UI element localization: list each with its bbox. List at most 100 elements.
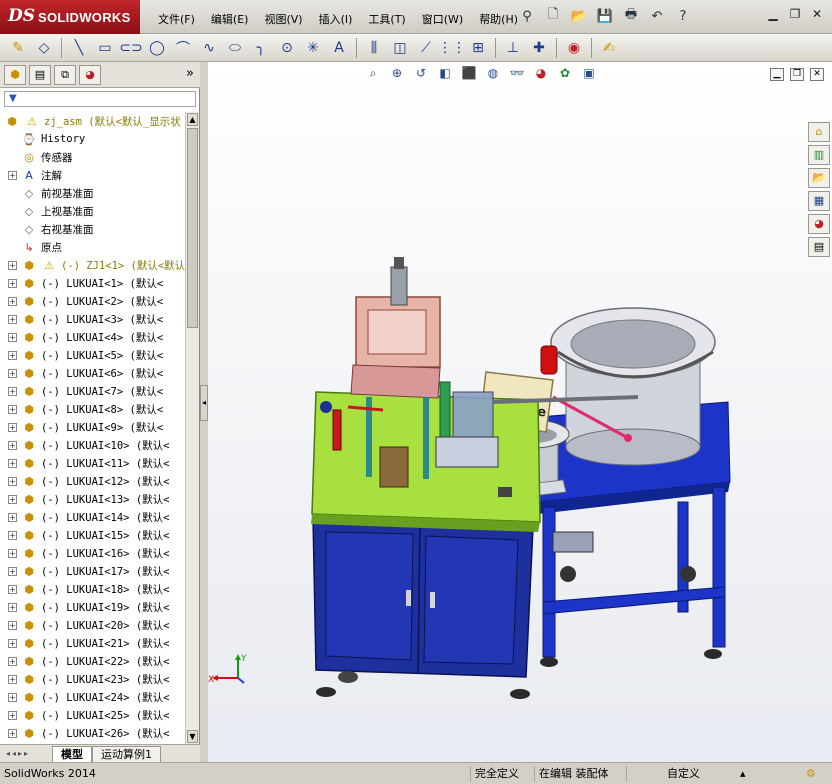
solidworks-logo[interactable]: DS SOLIDWORKS — [0, 0, 140, 34]
tree-item[interactable]: ⌚ History — [8, 130, 85, 148]
tree-item[interactable]: + ⬢ (-) LUKUAI<10> (默认< — [8, 436, 169, 454]
tree-item[interactable]: + ⬢ (-) LUKUAI<19> (默认< — [8, 598, 169, 616]
mirror-icon[interactable]: ⫼ — [362, 37, 386, 59]
tree-item[interactable]: + ⬢ (-) LUKUAI<1> (默认< — [8, 274, 163, 292]
new-document-icon[interactable]: 🗋 — [542, 5, 564, 27]
tree-filter[interactable]: ▼ — [4, 91, 196, 107]
tree-item[interactable]: + ⬢ (-) LUKUAI<22> (默认< — [8, 652, 169, 670]
machine-model[interactable]: proface — [208, 62, 832, 762]
expand-icon[interactable]: + — [8, 440, 17, 450]
centerline-icon[interactable]: ✳ — [301, 37, 325, 59]
menu-file[interactable]: 文件(F) — [150, 9, 203, 29]
ellipse-icon[interactable]: ⬭ — [223, 37, 247, 59]
relations-icon[interactable]: ⊥ — [501, 37, 525, 59]
fillet-icon[interactable]: ╮ — [249, 37, 273, 59]
feature-manager-icon[interactable]: ⬢ — [4, 64, 26, 85]
expand-icon[interactable]: + — [8, 512, 17, 522]
expand-icon[interactable]: + — [8, 422, 17, 432]
panel-more-icon[interactable]: » — [186, 66, 194, 81]
tree-item[interactable]: + ⬢ (-) LUKUAI<18> (默认< — [8, 580, 169, 598]
tab-model[interactable]: 模型 — [52, 745, 92, 762]
menu-view[interactable]: 视图(V) — [256, 9, 310, 29]
tree-item[interactable]: ◇ 右视基准面 — [8, 220, 94, 238]
tree-item[interactable]: + ⬢ (-) LUKUAI<21> (默认< — [8, 634, 169, 652]
expand-icon[interactable]: + — [8, 332, 17, 342]
tree-item[interactable]: + ⬢ (-) LUKUAI<12> (默认< — [8, 472, 169, 490]
expand-icon[interactable]: + — [8, 386, 17, 396]
undo-icon[interactable]: ↶ — [646, 5, 668, 27]
tree-item[interactable]: + A 注解 — [8, 166, 62, 184]
display-manager-icon[interactable]: ◕ — [79, 64, 101, 85]
tree-root[interactable]: ⬢ ⚠ zj_asm (默认<默认_显示状 — [4, 112, 181, 130]
expand-icon[interactable]: + — [8, 710, 17, 720]
menu-tools[interactable]: 工具(T) — [360, 9, 413, 29]
tree-item[interactable]: ↳ 原点 — [8, 238, 62, 256]
tree-item[interactable]: + ⬢ (-) LUKUAI<13> (默认< — [8, 490, 169, 508]
graphics-viewport[interactable]: ⌕ ⊕ ↺ ◧ ⬛ ◍ 👓 ◕ ✿ ▣ ▁ ❐ ✕ ⌂ ▥ 📂 ▦ ◕ ▤ X … — [208, 62, 832, 762]
tree-item[interactable]: + ⬢ (-) LUKUAI<4> (默认< — [8, 328, 163, 346]
tree-item[interactable]: + ⬢ (-) LUKUAI<9> (默认< — [8, 418, 163, 436]
expand-icon[interactable]: + — [8, 476, 17, 486]
move-icon[interactable]: ⊞ — [466, 37, 490, 59]
expand-icon[interactable]: + — [8, 494, 17, 504]
minimize-icon[interactable]: ▁ — [764, 7, 782, 23]
help-icon[interactable]: ? — [672, 5, 694, 27]
expand-icon[interactable]: + — [8, 404, 17, 414]
tree-item[interactable]: ◇ 前视基准面 — [8, 184, 94, 202]
tree-item[interactable]: ◎ 传感器 — [8, 148, 72, 166]
rectangle-icon[interactable]: ▭ — [93, 37, 117, 59]
expand-icon[interactable]: + — [8, 278, 17, 288]
expand-icon[interactable]: + — [8, 350, 17, 360]
expand-icon[interactable]: + — [8, 368, 17, 378]
text-icon[interactable]: A — [327, 37, 351, 59]
pattern-icon[interactable]: ⋮⋮ — [438, 37, 466, 59]
tree-item[interactable]: + ⬢ (-) LUKUAI<20> (默认< — [8, 616, 169, 634]
menu-edit[interactable]: 编辑(E) — [203, 9, 257, 29]
slot-icon[interactable]: ⊂⊃ — [119, 37, 143, 59]
status-units[interactable]: 自定义 — [626, 766, 736, 782]
expand-icon[interactable]: + — [8, 692, 17, 702]
tab-motion-study[interactable]: 运动算例1 — [92, 745, 161, 762]
tree-item[interactable]: ◇ 上视基准面 — [8, 202, 94, 220]
circle-icon[interactable]: ◯ — [145, 37, 169, 59]
repair-icon[interactable]: ✚ — [527, 37, 551, 59]
expand-icon[interactable]: + — [8, 584, 17, 594]
scroll-thumb[interactable] — [187, 128, 198, 328]
tree-scrollbar[interactable]: ▲ ▼ — [185, 112, 199, 744]
expand-icon[interactable]: + — [8, 548, 17, 558]
expand-icon[interactable]: + — [8, 260, 17, 270]
pushpin-icon[interactable]: ⚲ — [516, 5, 538, 27]
expand-icon[interactable]: + — [8, 314, 17, 324]
tree-item[interactable]: + ⬢ (-) LUKUAI<23> (默认< — [8, 670, 169, 688]
tree-item[interactable]: + ⬢ (-) LUKUAI<26> (默认< — [8, 724, 169, 742]
tree-item[interactable]: + ⬢ (-) LUKUAI<8> (默认< — [8, 400, 163, 418]
expand-icon[interactable]: + — [8, 458, 17, 468]
instant2d-icon[interactable]: ✍ — [597, 37, 621, 59]
save-icon[interactable]: 💾 — [594, 5, 616, 27]
sketch-icon[interactable]: ✎ — [6, 37, 30, 59]
tree-item[interactable]: + ⬢ (-) LUKUAI<11> (默认< — [8, 454, 169, 472]
expand-icon[interactable]: + — [8, 170, 17, 180]
tree-item[interactable]: + ⬢ (-) LUKUAI<16> (默认< — [8, 544, 169, 562]
expand-icon[interactable]: + — [8, 728, 17, 738]
point-icon[interactable]: ⊙ — [275, 37, 299, 59]
configuration-manager-icon[interactable]: ⧉ — [54, 64, 76, 85]
tree-item[interactable]: + ⬢ (-) LUKUAI<5> (默认< — [8, 346, 163, 364]
offset-icon[interactable]: ◫ — [388, 37, 412, 59]
expand-icon[interactable]: + — [8, 566, 17, 576]
expand-icon[interactable]: + — [8, 530, 17, 540]
smart-dimension-icon[interactable]: ◇ — [32, 37, 56, 59]
restore-icon[interactable]: ❐ — [786, 7, 804, 23]
convert-icon[interactable]: ⟋ — [414, 37, 438, 59]
print-icon[interactable]: 🖶 — [620, 5, 642, 27]
tree-item[interactable]: + ⬢ (-) LUKUAI<6> (默认< — [8, 364, 163, 382]
close-icon[interactable]: ✕ — [808, 7, 826, 23]
scroll-down-icon[interactable]: ▼ — [187, 730, 198, 743]
tab-navigation-icon[interactable]: ◂◂▸▸ — [0, 749, 52, 758]
spline-icon[interactable]: ∿ — [197, 37, 221, 59]
expand-icon[interactable]: + — [8, 602, 17, 612]
line-icon[interactable]: ╲ — [67, 37, 91, 59]
scroll-up-icon[interactable]: ▲ — [187, 113, 198, 126]
menu-insert[interactable]: 插入(I) — [311, 9, 361, 29]
expand-icon[interactable]: + — [8, 296, 17, 306]
